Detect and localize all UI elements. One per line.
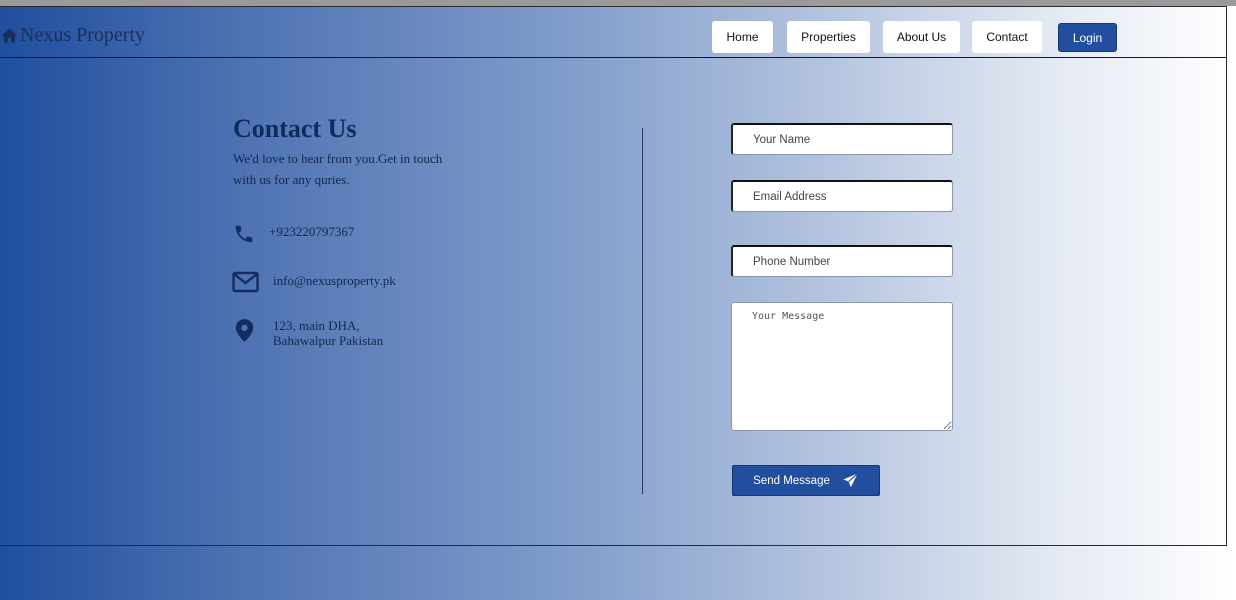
phone-input[interactable] (731, 245, 953, 277)
send-message-button[interactable]: Send Message (732, 465, 880, 496)
mail-icon (232, 271, 259, 293)
address-line-1: 123, main DHA, (273, 318, 360, 333)
name-input[interactable] (731, 123, 953, 155)
nav-properties[interactable]: Properties (787, 21, 870, 53)
phone-icon (235, 225, 253, 243)
location-pin-icon (235, 319, 254, 342)
email-row: info@nexusproperty.pk (232, 271, 396, 293)
page-frame (0, 6, 1227, 546)
phone-row: +923220797367 (233, 223, 354, 245)
send-message-label: Send Message (753, 474, 830, 487)
navbar: Nexus Property Home Properties About Us … (0, 6, 1227, 58)
phone-number[interactable]: +923220797367 (269, 224, 354, 240)
message-textarea[interactable] (731, 302, 953, 431)
page-title: Contact Us (233, 114, 357, 143)
address-line-2: Bahawalpur Pakistan (273, 333, 384, 348)
address-row: 123, main DHA, Bahawalpur Pakistan (234, 318, 383, 348)
paper-plane-icon (843, 472, 858, 488)
nav-contact[interactable]: Contact (972, 21, 1042, 53)
brand-name: Nexus Property (20, 24, 145, 46)
nav-about-us[interactable]: About Us (883, 21, 960, 53)
email-address[interactable]: info@nexusproperty.pk (273, 273, 396, 289)
login-button[interactable]: Login (1058, 23, 1117, 52)
house-icon (1, 28, 18, 43)
email-input[interactable] (731, 180, 953, 212)
brand-logo[interactable]: Nexus Property (0, 24, 145, 47)
address: 123, main DHA, Bahawalpur Pakistan (273, 318, 383, 348)
vertical-divider (642, 128, 643, 494)
contact-subtitle: We'd love to hear from you.Get in touch … (233, 151, 443, 187)
nav-home[interactable]: Home (712, 21, 773, 53)
